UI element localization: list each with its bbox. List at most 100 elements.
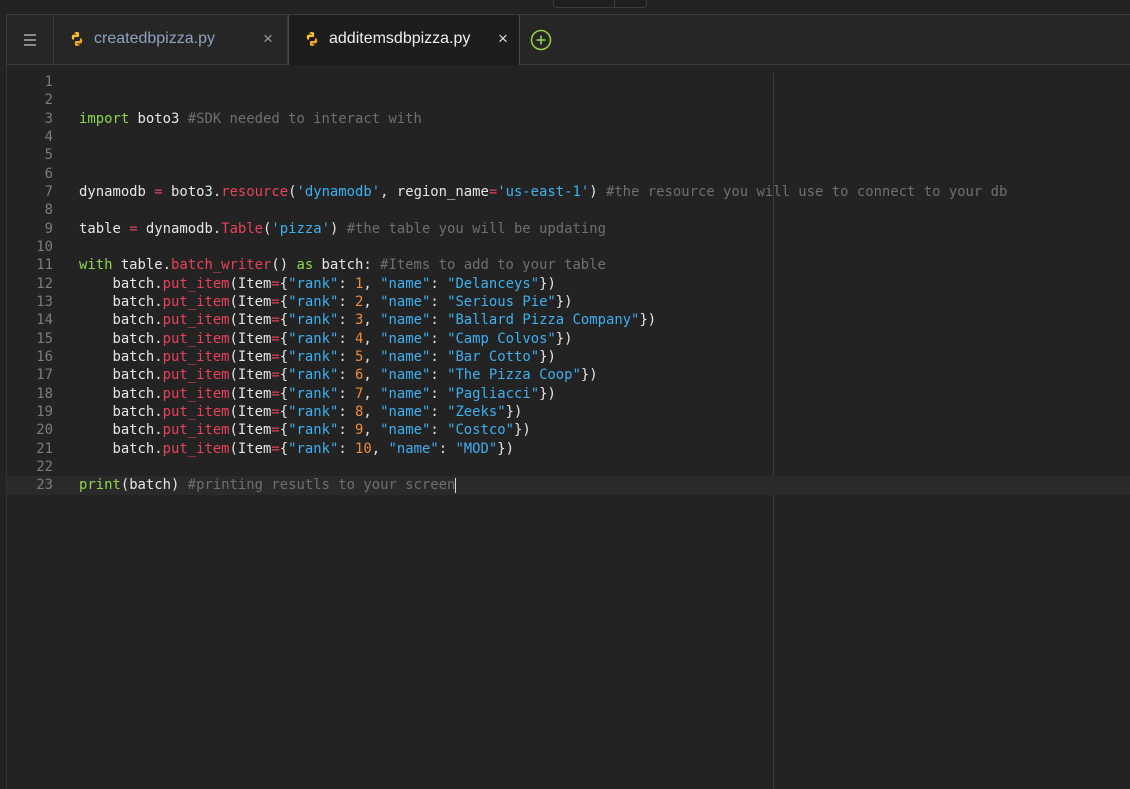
code-line[interactable]: 7 dynamodb = boto3.resource('dynamodb', r… — [7, 183, 1130, 201]
code-line[interactable]: 15 batch.put_item(Item={"rank": 4, "name… — [7, 330, 1130, 348]
code-token: : — [338, 440, 356, 457]
code-line[interactable]: 4 — [7, 128, 1130, 146]
code-token: 'us-east-1' — [497, 183, 590, 200]
code-token: "name" — [380, 275, 431, 292]
line-source: batch.put_item(Item={"rank": 5, "name": … — [79, 348, 556, 366]
line-number: 5 — [44, 147, 53, 164]
code-token: #SDK needed to interact with — [187, 110, 422, 127]
code-token: "name" — [380, 293, 431, 310]
code-token: "rank" — [288, 367, 339, 384]
code-token: "name" — [380, 330, 431, 347]
line-source: batch.put_item(Item={"rank": 9, "name": … — [79, 421, 531, 439]
code-line[interactable]: 8 — [7, 201, 1130, 219]
code-token: "Serious Pie" — [447, 293, 556, 310]
code-token: , — [363, 312, 381, 329]
code-token: "Delanceys" — [447, 275, 540, 292]
code-line[interactable]: 19 batch.put_item(Item={"rank": 8, "name… — [7, 403, 1130, 421]
line-source: batch.put_item(Item={"rank": 8, "name": … — [79, 403, 522, 421]
code-token: , — [371, 440, 389, 457]
code-token: #printing resutls to your screen — [187, 477, 456, 494]
code-token: put_item — [162, 422, 230, 439]
code-line[interactable]: 3 import boto3 #SDK needed to interact wi… — [7, 110, 1130, 128]
code-token: = — [271, 275, 280, 292]
code-token: with — [79, 257, 113, 274]
code-token: "rank" — [288, 275, 339, 292]
code-line[interactable]: 21 batch.put_item(Item={"rank": 10, "nam… — [7, 440, 1130, 458]
code-token: : — [430, 275, 448, 292]
code-line[interactable]: 14 batch.put_item(Item={"rank": 3, "name… — [7, 311, 1130, 329]
code-token: }) — [513, 422, 531, 439]
code-line[interactable]: 18 batch.put_item(Item={"rank": 7, "name… — [7, 385, 1130, 403]
code-token: "rank" — [288, 385, 339, 402]
python-icon — [71, 32, 83, 46]
code-token: "Bar Cotto" — [447, 348, 540, 365]
code-token: "rank" — [288, 348, 339, 365]
hamburger-menu-icon[interactable] — [7, 15, 54, 64]
code-token: { — [279, 403, 289, 420]
code-token: #the table you will be updating — [346, 220, 606, 237]
code-token: : — [338, 403, 356, 420]
code-token: batch. — [79, 440, 163, 457]
code-token: (Item — [229, 367, 272, 384]
code-editor[interactable]: 1 2 3 import boto3 #SDK needed to interact … — [6, 65, 1130, 789]
tab-additemsdbpizza[interactable]: additemsdbpizza.py × — [288, 15, 520, 65]
code-token: boto3. — [162, 183, 222, 200]
code-token: { — [279, 312, 289, 329]
code-line[interactable]: 17 batch.put_item(Item={"rank": 6, "name… — [7, 366, 1130, 384]
code-token: = — [271, 385, 280, 402]
code-token: "Pagliacci" — [447, 385, 540, 402]
code-line[interactable]: 11 with table.batch_writer() as batch: #I… — [7, 256, 1130, 274]
plus-circle-icon[interactable] — [530, 29, 552, 51]
code-token: put_item — [162, 367, 230, 384]
code-token: = — [271, 440, 280, 457]
code-line[interactable]: 6 — [7, 165, 1130, 183]
code-token: = — [271, 348, 280, 365]
code-line[interactable]: 23 print(batch) #printing resutls to your… — [7, 476, 1130, 495]
close-icon[interactable]: × — [263, 30, 273, 47]
line-number: 19 — [36, 403, 53, 420]
code-token: put_item — [162, 330, 230, 347]
code-line[interactable]: 5 — [7, 146, 1130, 164]
code-token: : — [338, 348, 356, 365]
code-line[interactable]: 10 — [7, 238, 1130, 256]
code-token: (Item — [229, 348, 272, 365]
code-token: "rank" — [288, 422, 339, 439]
line-number: 22 — [36, 458, 53, 475]
code-token: { — [279, 330, 289, 347]
code-token: batch. — [79, 348, 163, 365]
code-token: }) — [555, 293, 573, 310]
tab-createdbpizza[interactable]: createdbpizza.py × — [54, 15, 288, 64]
panel-handle-divider — [614, 0, 615, 7]
code-line[interactable]: 16 batch.put_item(Item={"rank": 5, "name… — [7, 348, 1130, 366]
top-panel-handle[interactable] — [553, 0, 647, 8]
tab-bar: createdbpizza.py × additemsdbpizza.py × — [6, 14, 1130, 65]
line-number: 14 — [36, 312, 53, 329]
code-token: 'pizza' — [271, 220, 330, 237]
code-token: , — [363, 385, 381, 402]
code-token: batch. — [79, 403, 163, 420]
code-line[interactable]: 2 — [7, 91, 1130, 109]
code-line[interactable]: 9 table = dynamodb.Table('pizza') #the ta… — [7, 220, 1130, 238]
code-token: : — [338, 367, 356, 384]
line-source: batch.put_item(Item={"rank": 3, "name": … — [79, 311, 656, 329]
code-token: (Item — [229, 422, 272, 439]
code-token: #Items to add to your table — [380, 257, 606, 274]
code-line[interactable]: 20 batch.put_item(Item={"rank": 9, "name… — [7, 421, 1130, 439]
code-token: }) — [497, 440, 514, 457]
line-source: batch.put_item(Item={"rank": 2, "name": … — [79, 293, 573, 311]
code-token: }) — [539, 348, 556, 365]
code-line[interactable]: 1 — [7, 73, 1130, 91]
code-token: , — [363, 422, 381, 439]
code-lines: 1 2 3 import boto3 #SDK needed to interact … — [7, 73, 1130, 495]
code-line[interactable]: 12 batch.put_item(Item={"rank": 1, "name… — [7, 275, 1130, 293]
code-token: batch. — [79, 275, 163, 292]
code-token: { — [279, 367, 289, 384]
code-token: }) — [539, 385, 556, 402]
code-token: "rank" — [288, 403, 339, 420]
close-icon[interactable]: × — [498, 30, 508, 47]
line-source: table = dynamodb.Table('pizza') #the tab… — [79, 220, 606, 238]
code-line[interactable]: 22 — [7, 458, 1130, 476]
code-token: "Camp Colvos" — [447, 330, 556, 347]
text-cursor — [455, 477, 457, 493]
code-line[interactable]: 13 batch.put_item(Item={"rank": 2, "name… — [7, 293, 1130, 311]
